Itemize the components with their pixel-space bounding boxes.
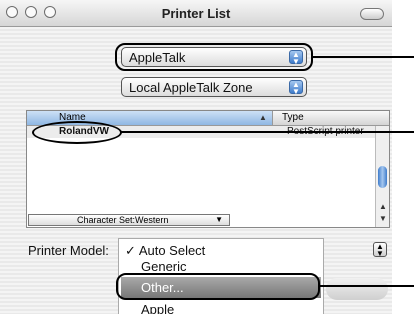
printer-model-popup-button[interactable] <box>326 278 388 300</box>
character-set-label: Character Set:Western <box>77 215 169 225</box>
menu-item-generic[interactable]: Generic <box>141 259 187 274</box>
window-title: Printer List <box>161 6 231 21</box>
dropdown-triangle-icon: ▼ <box>215 215 223 224</box>
scroll-up-arrow-icon[interactable]: ▲ <box>378 202 388 212</box>
printer-model-label: Printer Model: <box>28 243 109 258</box>
sort-triangle-icon: ▲ <box>259 113 267 122</box>
stepper-arrows-icon[interactable]: ▲ ▼ <box>373 242 387 258</box>
scrollbar-thumb[interactable] <box>378 166 387 188</box>
zone-value: Local AppleTalk Zone <box>129 80 253 95</box>
annotation-ring-other <box>116 273 320 300</box>
menu-item-auto-select[interactable]: ✓ Auto Select <box>125 243 205 259</box>
menu-item-apple[interactable]: Apple <box>141 302 174 314</box>
zone-popup[interactable]: Local AppleTalk Zone ▲ ▼ <box>121 77 307 97</box>
annotation-leader-line <box>313 56 414 58</box>
annotation-leader-line <box>120 131 414 133</box>
title-bar: Printer List <box>0 0 392 27</box>
annotation-ring-connection <box>115 43 313 71</box>
annotation-leader-line <box>320 285 414 287</box>
list-scrollbar[interactable]: ▲ ▼ <box>375 126 389 227</box>
character-set-popup[interactable]: Character Set:Western ▼ <box>28 214 230 226</box>
annotation-ring-printer <box>32 121 122 144</box>
column-header-type[interactable]: Type <box>282 112 304 123</box>
stepper-arrows-icon: ▲ ▼ <box>289 80 303 96</box>
toolbar-toggle-button[interactable] <box>360 8 384 20</box>
checkmark-icon: ✓ <box>125 243 136 258</box>
scroll-down-arrow-icon[interactable]: ▼ <box>378 214 388 224</box>
